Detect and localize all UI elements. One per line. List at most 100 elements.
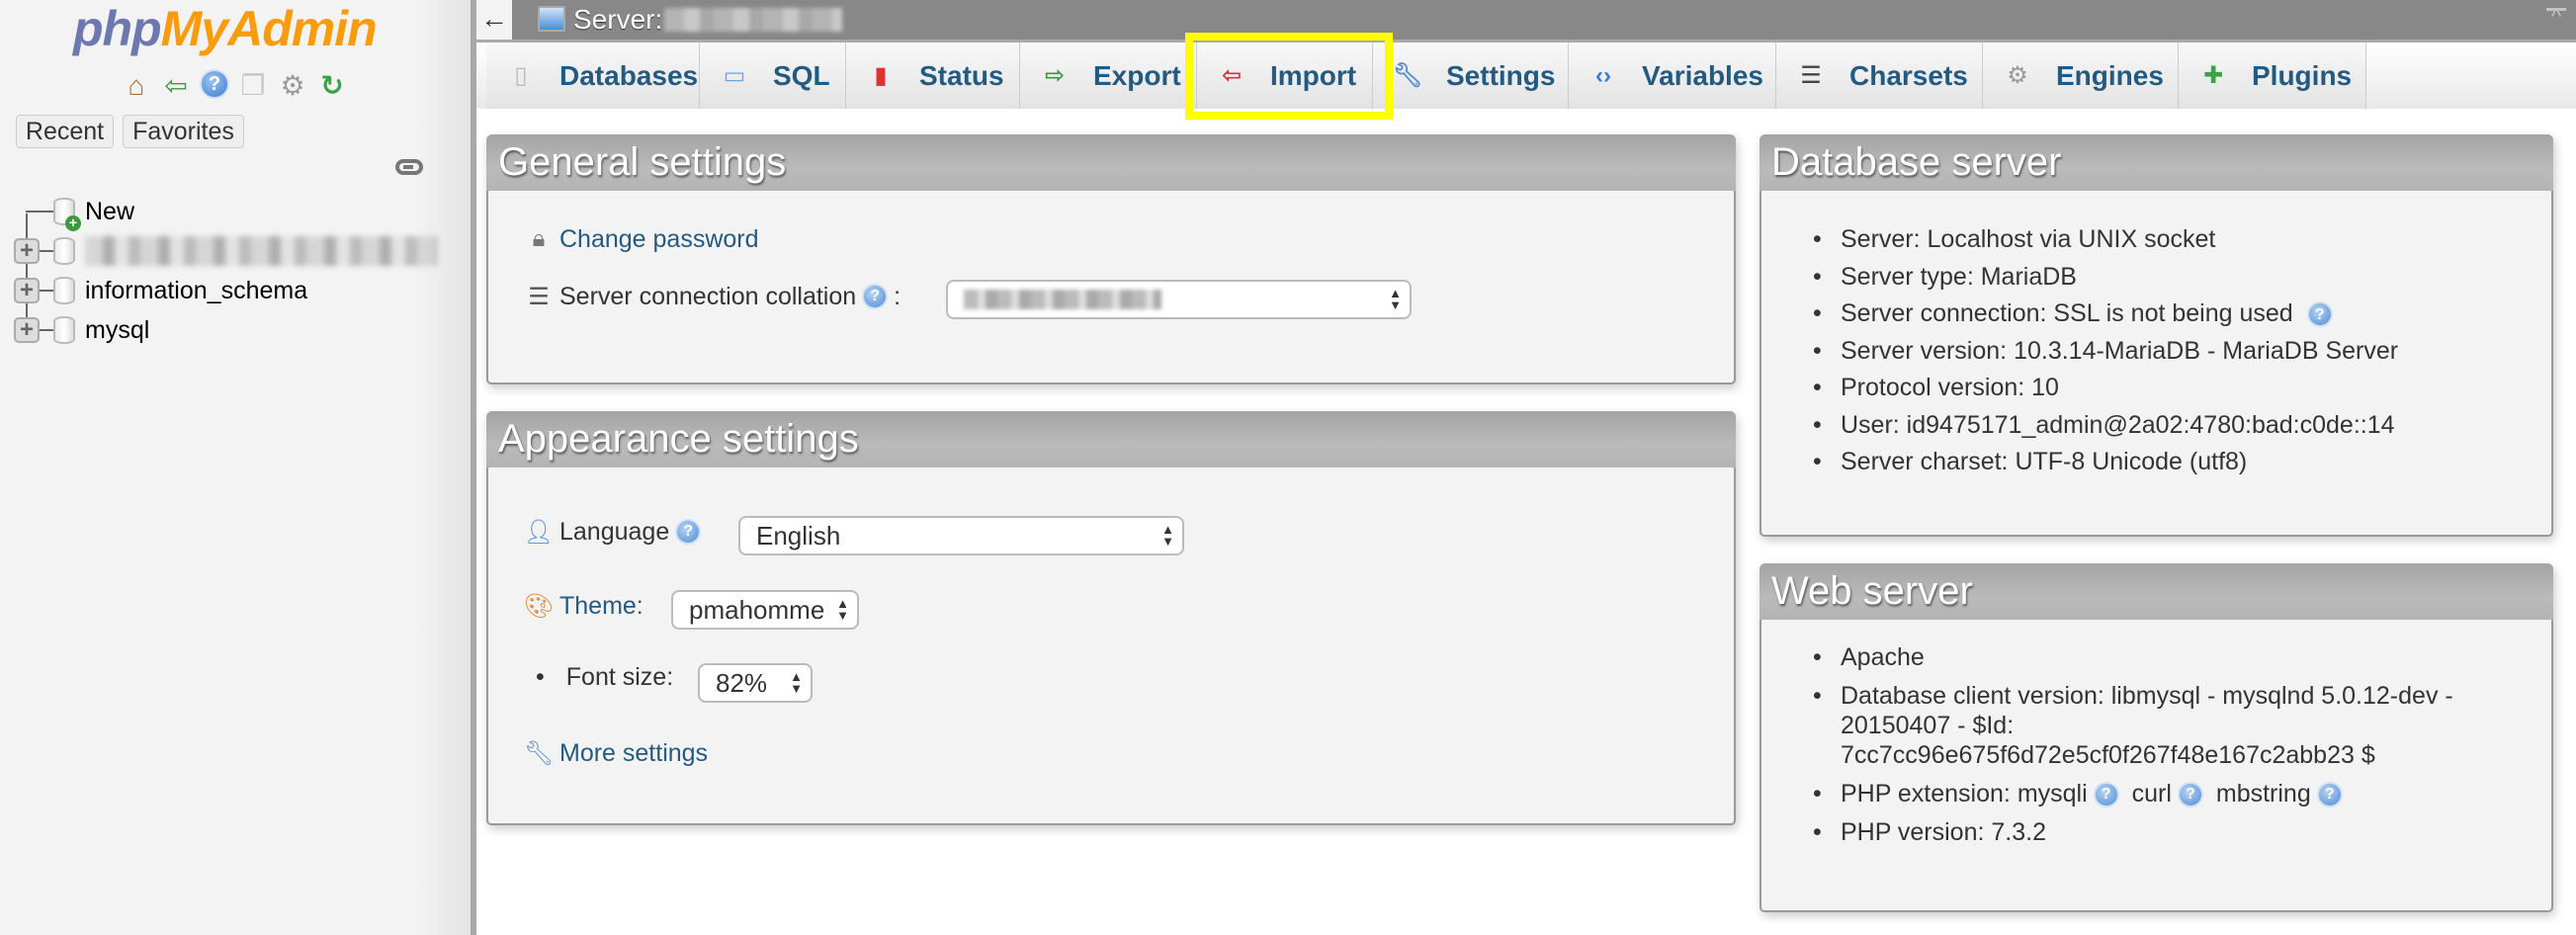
tree-item-label[interactable]: New bbox=[85, 198, 134, 226]
web-server-panel: Web server Apache Database client versio… bbox=[1760, 563, 2553, 912]
panel-title: Web server bbox=[1760, 563, 2553, 620]
language-select[interactable]: English ▲ ▼ bbox=[738, 516, 1184, 555]
scroll-to-top-icon[interactable]: ^ bbox=[2544, 6, 2568, 32]
logout-icon[interactable]: ⇦ bbox=[160, 69, 192, 103]
collapse-sidebar-button[interactable]: ← bbox=[476, 0, 512, 40]
tree-item-new[interactable]: New bbox=[14, 192, 134, 231]
info-php-extension: PHP extension: mysqli? curl? mbstring? bbox=[1809, 779, 2521, 808]
import-icon: ⇦ bbox=[1221, 62, 1243, 89]
blurred-server-name[interactable] bbox=[664, 8, 842, 32]
help-icon[interactable]: ? bbox=[862, 284, 889, 309]
select-arrows-icon: ▲ ▼ bbox=[790, 669, 803, 696]
logo-php-text: php bbox=[73, 1, 162, 56]
breadcrumb-server[interactable]: Server: bbox=[573, 2, 662, 38]
sql-icon: ▭ bbox=[723, 62, 746, 89]
tab-sql[interactable]: ▭ SQL bbox=[700, 42, 846, 109]
database-icon: ▯ bbox=[514, 62, 528, 89]
reload-icon[interactable]: ↻ bbox=[316, 69, 348, 103]
change-password-link[interactable]: Change password bbox=[559, 225, 759, 254]
tab-charsets[interactable]: ☰ Charsets bbox=[1776, 42, 1983, 109]
tab-engines[interactable]: ⚙ Engines bbox=[1983, 42, 2179, 109]
more-settings-link[interactable]: More settings bbox=[559, 739, 708, 768]
info-web-server: Apache bbox=[1809, 642, 2521, 672]
info-db-client-version: Database client version: libmysql - mysq… bbox=[1809, 681, 2521, 770]
web-server-info-list: Apache Database client version: libmysql… bbox=[1809, 642, 2521, 856]
favorites-button[interactable]: Favorites bbox=[123, 115, 244, 148]
settings-gear-icon[interactable]: ⚙ bbox=[277, 69, 308, 103]
tree-connector bbox=[40, 290, 53, 292]
info-php-version: PHP version: 7.3.2 bbox=[1809, 817, 2521, 847]
blurred-collation-value bbox=[964, 290, 1161, 309]
info-server-connection: Server connection: SSL is not being used… bbox=[1809, 296, 2398, 333]
panel-title: Appearance settings bbox=[486, 411, 1736, 468]
info-server-type: Server type: MariaDB bbox=[1809, 259, 2398, 297]
expand-icon[interactable]: + bbox=[14, 238, 40, 264]
tree-connector bbox=[26, 211, 53, 212]
database-server-panel: Database server Server: Localhost via UN… bbox=[1760, 134, 2553, 537]
font-size-label: Font size: bbox=[565, 663, 674, 691]
tab-label: Charsets bbox=[1849, 59, 1968, 91]
tab-variables[interactable]: ‹› Variables bbox=[1569, 42, 1776, 109]
font-size-select[interactable]: 82% ▲ ▼ bbox=[698, 663, 813, 703]
tab-label: Import bbox=[1270, 59, 1357, 91]
theme-value: pmahomme bbox=[689, 594, 825, 625]
recent-button[interactable]: Recent bbox=[16, 115, 114, 148]
select-arrows-icon: ▲ ▼ bbox=[1161, 522, 1174, 549]
collation-label: Server connection collation bbox=[559, 282, 857, 310]
sidebar-resize-handle[interactable] bbox=[471, 0, 476, 935]
new-database-icon bbox=[53, 198, 81, 231]
tab-label: Databases bbox=[559, 59, 699, 91]
expand-icon[interactable]: + bbox=[14, 317, 40, 343]
panel-title: General settings bbox=[486, 134, 1736, 191]
tab-label: Engines bbox=[2056, 59, 2164, 91]
tab-settings[interactable]: 🔧︎ Settings bbox=[1373, 42, 1569, 109]
tab-plugins[interactable]: ✚ Plugins bbox=[2179, 42, 2366, 109]
blurred-database-name[interactable] bbox=[85, 236, 437, 266]
tab-export[interactable]: ⇨ Export bbox=[1020, 42, 1197, 109]
tab-label: Status bbox=[919, 59, 1004, 91]
more-settings-row: 🔧︎ More settings bbox=[524, 737, 708, 769]
help-icon[interactable]: ? bbox=[2177, 782, 2203, 808]
tab-import[interactable]: ⇦ Import bbox=[1197, 42, 1373, 109]
expand-icon[interactable]: + bbox=[14, 278, 40, 303]
change-password-row: 🔒︎ Change password bbox=[524, 223, 759, 255]
status-icon: ▮ bbox=[874, 62, 888, 89]
tree-item-database[interactable]: + bbox=[14, 231, 437, 271]
font-size-row: • Font size: bbox=[536, 663, 673, 692]
info-user: User: id9475171_admin@2a02:4780:bad:c0de… bbox=[1809, 407, 2398, 445]
tree-item-database[interactable]: + information_schema bbox=[14, 271, 307, 310]
colon: : bbox=[894, 282, 902, 310]
engines-icon: ⚙ bbox=[2007, 62, 2028, 89]
documentation-icon[interactable]: ❐ bbox=[237, 69, 269, 103]
sidebar-nav-icons: ⌂ ⇦ ? ❐ ⚙ ↻ bbox=[121, 69, 348, 103]
help-icon[interactable]: ? bbox=[2316, 782, 2343, 808]
tab-label: Settings bbox=[1446, 59, 1556, 91]
tree-item-label[interactable]: mysql bbox=[85, 316, 149, 345]
help-icon[interactable]: ? bbox=[675, 519, 702, 545]
tree-item-database[interactable]: + mysql bbox=[14, 310, 149, 350]
collation-select[interactable]: ▲ ▼ bbox=[946, 280, 1412, 319]
font-size-value: 82% bbox=[716, 667, 768, 698]
server-icon bbox=[538, 6, 565, 32]
phpmyadmin-logo[interactable]: phpMyAdmin bbox=[73, 0, 378, 57]
tab-databases[interactable]: ▯ Databases bbox=[486, 42, 700, 109]
tab-label: Variables bbox=[1642, 59, 1763, 91]
info-server-charset: Server charset: UTF-8 Unicode (utf8) bbox=[1809, 444, 2398, 481]
tree-connector bbox=[40, 329, 53, 331]
help-icon[interactable]: ? bbox=[200, 69, 229, 99]
theme-select[interactable]: pmahomme ▲ ▼ bbox=[671, 590, 859, 630]
help-icon[interactable]: ? bbox=[2306, 301, 2333, 328]
language-row: 👤︎ Language ? bbox=[524, 516, 707, 548]
link-with-main-panel-icon[interactable] bbox=[395, 159, 423, 175]
tab-label: Plugins bbox=[2252, 59, 2353, 91]
php-extension-curl: curl bbox=[2131, 780, 2172, 808]
palette-icon: 🎨︎ bbox=[523, 592, 555, 620]
arrow-left-icon: ← bbox=[480, 3, 508, 34]
home-icon[interactable]: ⌂ bbox=[121, 69, 152, 103]
theme-link[interactable]: Theme: bbox=[559, 592, 644, 621]
server-breadcrumb-bar: ← Server: ^ bbox=[476, 0, 2576, 40]
help-icon[interactable]: ? bbox=[2093, 782, 2119, 808]
tab-status[interactable]: ▮ Status bbox=[846, 42, 1020, 109]
navigation-sidebar: phpMyAdmin ⌂ ⇦ ? ❐ ⚙ ↻ Recent Favorites … bbox=[0, 0, 471, 935]
tree-item-label[interactable]: information_schema bbox=[85, 277, 307, 305]
